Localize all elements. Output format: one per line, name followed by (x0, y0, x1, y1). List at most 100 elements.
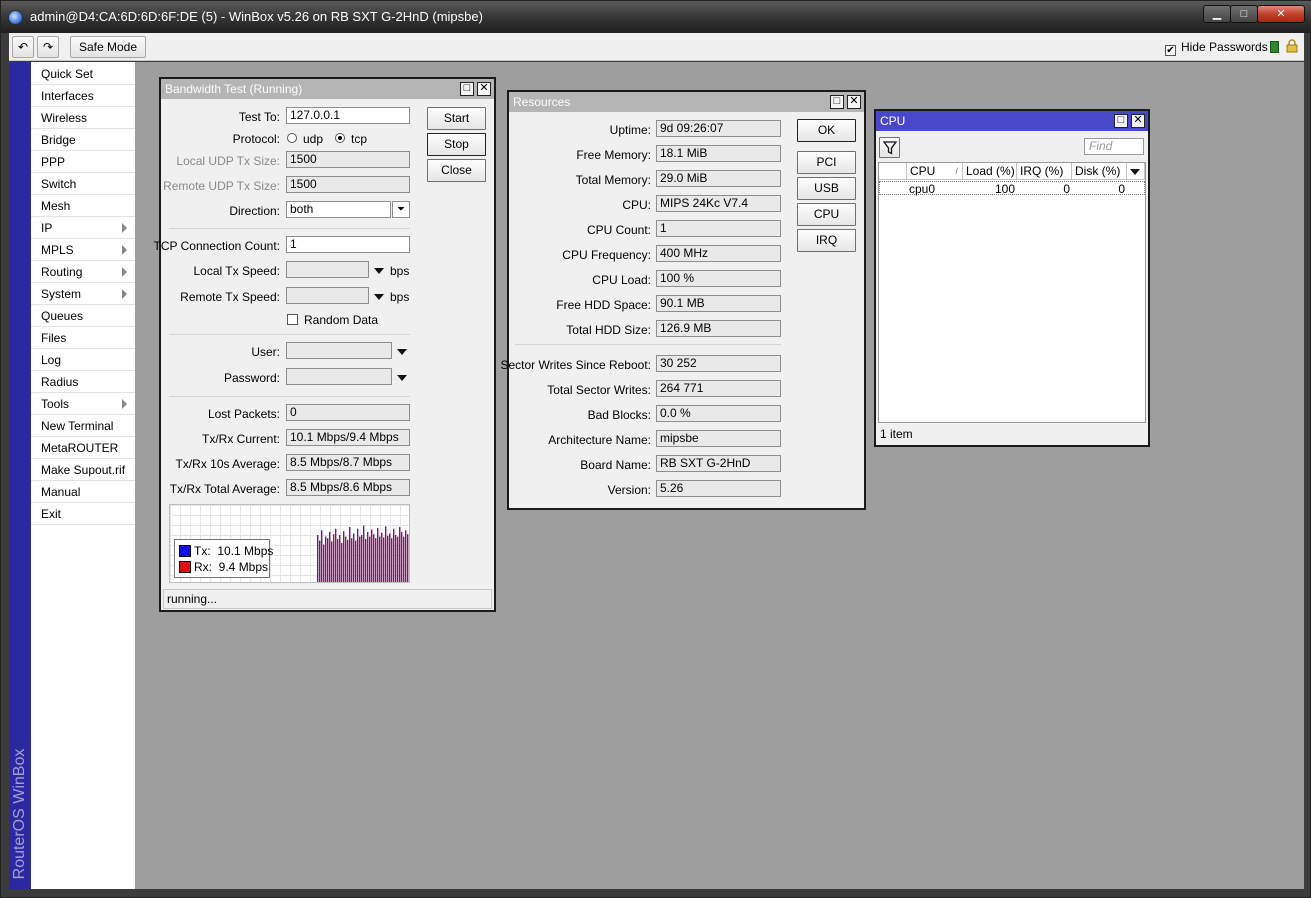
cell-load: 100 (994, 182, 1015, 196)
column-chooser-button[interactable] (1127, 163, 1145, 180)
close-window-button[interactable]: ✕ (1257, 5, 1305, 23)
undo-button[interactable]: ↶ (12, 36, 34, 58)
close-button[interactable]: Close (427, 159, 486, 182)
sidebar-item-mpls[interactable]: MPLS (31, 239, 135, 261)
resource-value: 9d 09:26:07 (656, 120, 781, 137)
column-header-cpu[interactable]: CPU / (907, 163, 963, 180)
remote-tx-speed-field[interactable] (286, 287, 369, 304)
column-header-load[interactable]: Load (%) (963, 163, 1017, 180)
brand-label: RouterOS WinBox (11, 748, 28, 880)
resource-label: CPU Frequency: (562, 248, 651, 262)
throughput-bar (369, 536, 371, 582)
protocol-tcp-radio[interactable] (335, 133, 345, 143)
cpu-button[interactable]: CPU (797, 203, 856, 226)
close-icon[interactable]: ✕ (477, 82, 491, 96)
throughput-bar (389, 533, 391, 582)
sidebar-item-tools[interactable]: Tools (31, 393, 135, 415)
bandwidth-test-title-bar[interactable]: Bandwidth Test (Running) (161, 79, 494, 99)
maximize-icon[interactable]: □ (1114, 114, 1128, 128)
direction-select[interactable]: both (286, 201, 391, 218)
safe-mode-button[interactable]: Safe Mode (70, 36, 146, 58)
sidebar-item-log[interactable]: Log (31, 349, 135, 371)
sidebar-item-bridge[interactable]: Bridge (31, 129, 135, 151)
local-tx-speed-dropdown-icon[interactable] (374, 268, 384, 274)
user-field[interactable] (286, 342, 392, 359)
cpu-title-bar[interactable]: CPU (876, 111, 1148, 131)
sidebar-item-files[interactable]: Files (31, 327, 135, 349)
stop-button[interactable]: Stop (427, 133, 486, 156)
throughput-bar (397, 536, 399, 582)
throughput-bar (361, 535, 363, 582)
resource-value: RB SXT G-2HnD (656, 455, 781, 472)
sidebar-item-new-terminal[interactable]: New Terminal (31, 415, 135, 437)
lost-packets-label: Lost Packets: (207, 407, 280, 421)
cell-cpu: cpu0 (909, 182, 936, 196)
throughput-bar (319, 540, 321, 582)
sidebar-item-interfaces[interactable]: Interfaces (31, 85, 135, 107)
maximize-button[interactable]: □ (1230, 5, 1258, 23)
sidebar-item-system[interactable]: System (31, 283, 135, 305)
txrx-10s-average-field: 8.5 Mbps/8.7 Mbps (286, 454, 410, 471)
ok-button[interactable]: OK (797, 119, 856, 142)
hide-passwords-checkbox[interactable]: ✔ (1165, 45, 1176, 56)
local-tx-speed-unit: bps (390, 264, 410, 278)
close-icon[interactable]: ✕ (1131, 114, 1145, 128)
sidebar-item-queues[interactable]: Queues (31, 305, 135, 327)
window-title: admin@D4:CA:6D:6D:6F:DE (5) - WinBox v5.… (30, 9, 483, 24)
random-data-checkbox[interactable] (287, 314, 298, 325)
throughput-bar (317, 535, 319, 582)
title-bar[interactable]: admin@D4:CA:6D:6D:6F:DE (5) - WinBox v5.… (1, 1, 1311, 33)
protocol-udp-radio[interactable] (287, 133, 297, 143)
sidebar-item-routing[interactable]: Routing (31, 261, 135, 283)
throughput-bar (403, 536, 405, 582)
sidebar-item-wireless[interactable]: Wireless (31, 107, 135, 129)
resource-label: Sector Writes Since Reboot: (500, 358, 651, 372)
usb-button[interactable]: USB (797, 177, 856, 200)
table-row[interactable]: cpu0 100 0 0 (879, 181, 1145, 196)
sidebar-item-exit[interactable]: Exit (31, 503, 135, 525)
column-header-disk[interactable]: Disk (%) (1072, 163, 1127, 180)
sidebar-item-label: Radius (41, 375, 79, 389)
local-tx-speed-field[interactable] (286, 261, 369, 278)
pci-button[interactable]: PCI (797, 151, 856, 174)
redo-button[interactable]: ↷ (37, 36, 59, 58)
hide-passwords-toggle[interactable]: ✔ Hide Passwords (1165, 40, 1268, 56)
maximize-icon[interactable]: □ (830, 95, 844, 109)
sidebar-item-metarouter[interactable]: MetaROUTER (31, 437, 135, 459)
sidebar-item-label: Switch (41, 177, 77, 191)
throughput-bar (395, 535, 397, 582)
minimize-button[interactable]: ▁ (1203, 5, 1231, 23)
throughput-bar (323, 544, 325, 582)
protocol-udp-label: udp (303, 132, 324, 146)
throughput-bar (405, 530, 407, 582)
password-field[interactable] (286, 368, 392, 385)
find-input[interactable]: Find (1084, 138, 1144, 155)
direction-dropdown-button[interactable]: ⏷ (392, 201, 410, 218)
irq-button[interactable]: IRQ (797, 229, 856, 252)
filter-button[interactable] (879, 137, 900, 158)
tcp-connection-count-field[interactable]: 1 (286, 236, 410, 253)
sidebar-item-mesh[interactable]: Mesh (31, 195, 135, 217)
password-dropdown-icon[interactable] (397, 375, 407, 381)
throughput-bar (357, 528, 359, 582)
user-dropdown-icon[interactable] (397, 349, 407, 355)
sidebar-item-quick-set[interactable]: Quick Set (31, 63, 135, 85)
close-icon[interactable]: ✕ (847, 95, 861, 109)
separator (515, 344, 781, 345)
resource-value: 5.26 (656, 480, 781, 497)
throughput-bar (383, 537, 385, 582)
sidebar-item-label: Quick Set (41, 67, 94, 81)
sidebar-item-ip[interactable]: IP (31, 217, 135, 239)
resources-title-bar[interactable]: Resources (509, 92, 864, 112)
sidebar-item-radius[interactable]: Radius (31, 371, 135, 393)
remote-udp-tx-size-label: Remote UDP Tx Size: (163, 179, 280, 193)
start-button[interactable]: Start (427, 107, 486, 130)
sidebar-item-manual[interactable]: Manual (31, 481, 135, 503)
sidebar-item-switch[interactable]: Switch (31, 173, 135, 195)
remote-tx-speed-dropdown-icon[interactable] (374, 294, 384, 300)
column-header-irq[interactable]: IRQ (%) (1017, 163, 1072, 180)
maximize-icon[interactable]: □ (460, 82, 474, 96)
sidebar-item-make-supout-rif[interactable]: Make Supout.rif (31, 459, 135, 481)
sidebar-item-ppp[interactable]: PPP (31, 151, 135, 173)
test-to-field[interactable]: 127.0.0.1 (286, 107, 410, 124)
